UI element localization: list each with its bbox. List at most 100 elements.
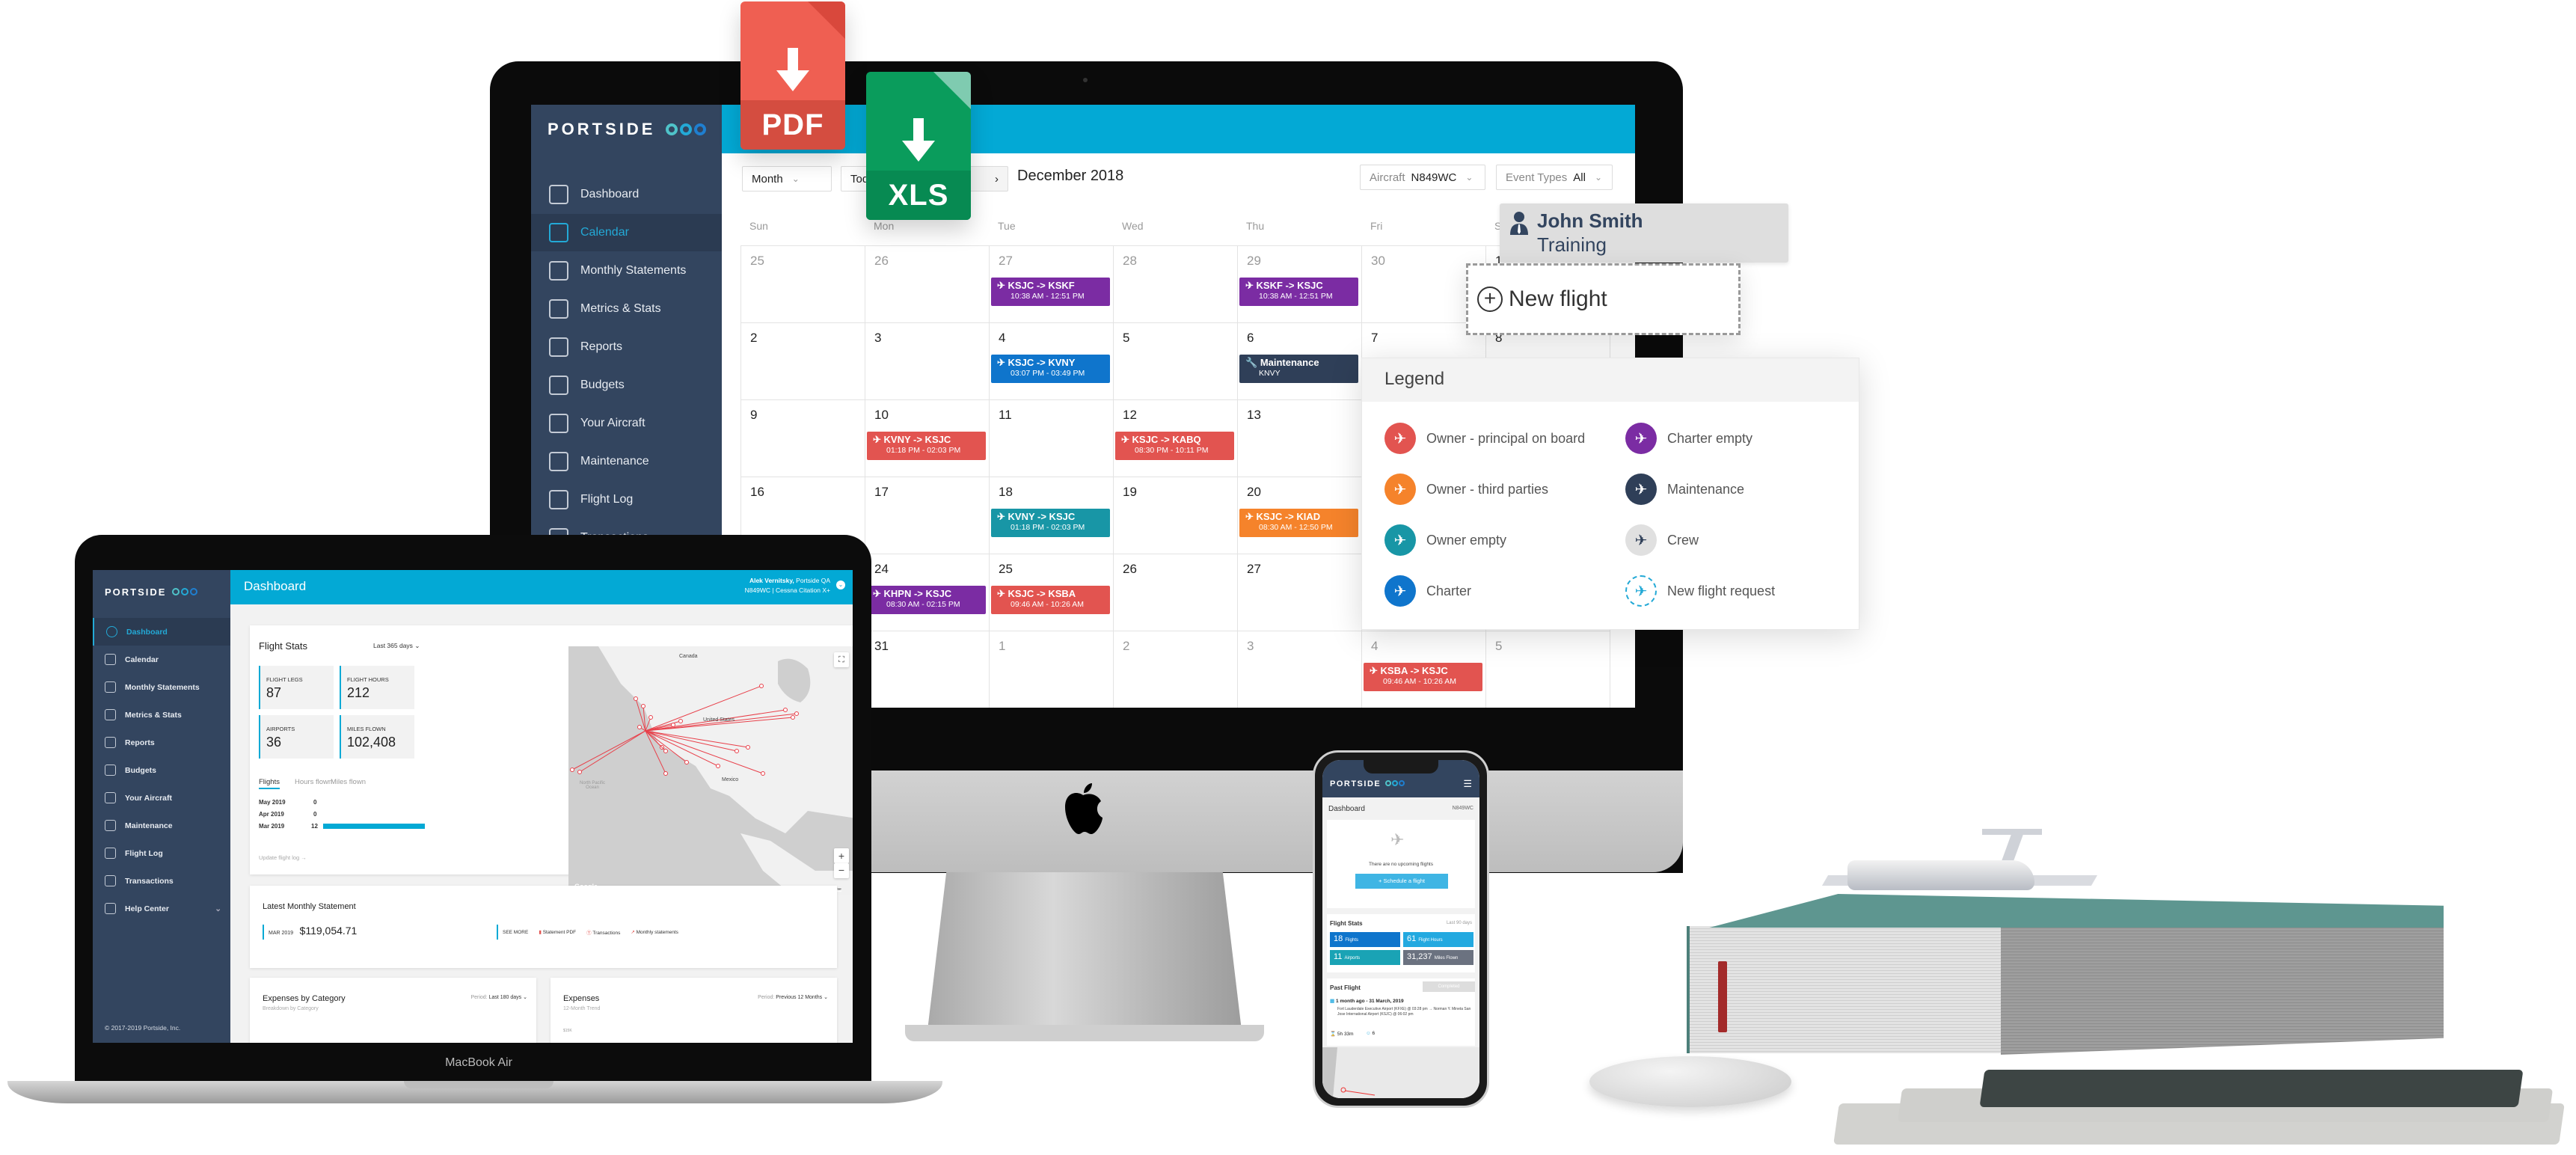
calendar-event[interactable]: ✈ KVNY -> KSJC 01:18 PM - 02:03 PM <box>991 509 1110 537</box>
airport-pin[interactable] <box>634 696 638 701</box>
zoom-in-button[interactable]: + <box>834 848 849 863</box>
calendar-day-cell[interactable]: 12 ✈ KSJC -> KABQ 08:30 PM - 10:11 PM <box>1114 400 1238 477</box>
event-types-select[interactable]: Event Types All ⌄ <box>1496 165 1613 190</box>
period-select[interactable]: Period: Last 180 days ⌄ <box>470 994 527 1000</box>
pdf-download-button[interactable]: PDF <box>740 1 845 150</box>
flight-routes-map[interactable]: Canada United States Mexico North Pacifi… <box>568 646 853 895</box>
airport-pin[interactable] <box>577 770 582 774</box>
calendar-day-cell[interactable]: 29 ✈ KSKF -> KSJC 10:38 AM - 12:51 PM <box>1238 246 1362 323</box>
calendar-day-cell[interactable]: 26 <box>865 246 990 323</box>
calendar-day-cell[interactable]: 10 ✈ KVNY -> KSJC 01:18 PM - 02:03 PM <box>865 400 990 477</box>
calendar-day-cell[interactable]: 31 <box>865 631 990 708</box>
sidebar-item-transactions[interactable]: Transactions <box>93 867 230 895</box>
airport-pin[interactable] <box>678 719 683 723</box>
portside-logo[interactable]: PORTSIDE <box>1330 779 1405 788</box>
sidebar-item-your-aircraft[interactable]: Your Aircraft <box>531 405 722 442</box>
update-flight-log-link[interactable]: Update flight log → <box>259 854 307 861</box>
calendar-day-cell[interactable]: 19 <box>1114 477 1238 554</box>
sidebar-item-flight-log[interactable]: Flight Log <box>93 839 230 867</box>
airport-pin[interactable] <box>648 715 653 720</box>
calendar-day-cell[interactable]: 4 ✈ KSJC -> KVNY 03:07 PM - 03:49 PM <box>990 323 1114 400</box>
calendar-day-cell[interactable]: 20 ✈ KSJC -> KIAD 08:30 AM - 12:50 PM <box>1238 477 1362 554</box>
calendar-day-cell[interactable]: 9 <box>741 400 865 477</box>
zoom-out-button[interactable]: − <box>834 863 849 878</box>
calendar-day-cell[interactable]: 3 <box>865 323 990 400</box>
calendar-event[interactable]: 🔧 Maintenance KNVY <box>1239 355 1358 383</box>
calendar-day-cell[interactable]: 18 ✈ KVNY -> KSJC 01:18 PM - 02:03 PM <box>990 477 1114 554</box>
airport-pin[interactable] <box>663 771 668 776</box>
sidebar-item-dashboard[interactable]: Dashboard <box>93 618 230 646</box>
new-flight-button[interactable]: + New flight <box>1466 263 1741 335</box>
calendar-day-cell[interactable]: 11 <box>990 400 1114 477</box>
aircraft-select[interactable]: Aircraft N849WC ⌄ <box>1360 165 1485 190</box>
calendar-day-cell[interactable]: 25 ✈ KSJC -> KSBA 09:46 AM - 10:26 AM <box>990 554 1114 631</box>
airport-pin[interactable] <box>791 715 795 720</box>
calendar-day-cell[interactable]: 6 🔧 Maintenance KNVY <box>1238 323 1362 400</box>
flight-stats-period-select[interactable]: Last 365 days ⌄ <box>373 642 420 650</box>
calendar-event[interactable]: ✈ KVNY -> KSJC 01:18 PM - 02:03 PM <box>867 432 986 460</box>
airport-pin[interactable] <box>637 725 642 729</box>
calendar-day-cell[interactable]: 13 <box>1238 400 1362 477</box>
fullscreen-button[interactable]: ⛶ <box>834 652 849 667</box>
user-info[interactable]: Alek Vernitsky, Portside QA N849WC | Ces… <box>745 576 830 595</box>
user-menu-chevron-icon[interactable]: ⌄ <box>836 580 845 589</box>
calendar-event[interactable]: ✈ KSJC -> KIAD 08:30 AM - 12:50 PM <box>1239 509 1358 537</box>
calendar-day-cell[interactable]: 17 <box>865 477 990 554</box>
sidebar-item-flight-log[interactable]: Flight Log <box>531 481 722 518</box>
crew-event-card[interactable]: John Smith Training <box>1500 203 1788 263</box>
calendar-day-cell[interactable]: 4 ✈ KSBA -> KSJC 09:46 AM - 10:26 AM <box>1362 631 1486 708</box>
tab-miles-flown[interactable]: Miles flown <box>331 778 366 786</box>
calendar-event[interactable]: ✈ KSKF -> KSJC 10:38 AM - 12:51 PM <box>1239 278 1358 306</box>
calendar-day-cell[interactable]: 1 <box>990 631 1114 708</box>
calendar-day-cell[interactable]: 26 <box>1114 554 1238 631</box>
calendar-day-cell[interactable]: 5 <box>1114 323 1238 400</box>
calendar-day-cell[interactable]: 2 <box>741 323 865 400</box>
portside-logo[interactable]: PORTSIDE <box>548 120 706 139</box>
airport-pin[interactable] <box>746 745 750 750</box>
tab-flights[interactable]: Flights <box>259 778 280 789</box>
monthly-statements-link[interactable]: ↗ Monthly statements <box>631 929 678 935</box>
airport-pin[interactable] <box>684 760 689 765</box>
sidebar-item-metrics-stats[interactable]: Metrics & Stats <box>93 701 230 729</box>
hamburger-menu-icon[interactable]: ☰ <box>1463 778 1472 790</box>
calendar-day-cell[interactable]: 27 <box>1238 554 1362 631</box>
sidebar-item-budgets[interactable]: Budgets <box>93 756 230 784</box>
airport-pin[interactable] <box>735 749 739 753</box>
airport-pin[interactable] <box>783 708 788 712</box>
period-select[interactable]: Period: Previous 12 Months ⌄ <box>758 994 828 1000</box>
phone-map[interactable] <box>1322 1047 1479 1098</box>
sidebar-item-monthly-statements[interactable]: Monthly Statements <box>93 673 230 701</box>
sidebar-item-reports[interactable]: Reports <box>531 328 722 366</box>
calendar-event[interactable]: ✈ KSJC -> KABQ 08:30 PM - 10:11 PM <box>1115 432 1234 460</box>
airport-pin[interactable] <box>641 704 645 708</box>
calendar-event[interactable]: ✈ KHPN -> KSJC 08:30 AM - 02:15 PM <box>867 586 986 614</box>
calendar-day-cell[interactable]: 27 ✈ KSJC -> KSKF 10:38 AM - 12:51 PM <box>990 246 1114 323</box>
airport-pin[interactable] <box>759 684 764 688</box>
calendar-event[interactable]: ✈ KSJC -> KVNY 03:07 PM - 03:49 PM <box>991 355 1110 383</box>
sidebar-item-maintenance[interactable]: Maintenance <box>93 812 230 839</box>
calendar-day-cell[interactable]: 25 <box>741 246 865 323</box>
airport-pin[interactable] <box>761 771 765 776</box>
sidebar-item-maintenance[interactable]: Maintenance <box>531 443 722 480</box>
calendar-day-cell[interactable]: 28 <box>1114 246 1238 323</box>
sidebar-item-dashboard[interactable]: Dashboard <box>531 176 722 213</box>
airport-pin[interactable] <box>663 749 668 753</box>
airport-pin[interactable] <box>716 764 720 768</box>
airport-pin[interactable] <box>671 723 675 727</box>
calendar-day-cell[interactable]: 3 <box>1238 631 1362 708</box>
transactions-link[interactable]: Ⓣ Transactions <box>586 928 620 936</box>
calendar-day-cell[interactable]: 24 ✈ KHPN -> KSJC 08:30 AM - 02:15 PM <box>865 554 990 631</box>
schedule-flight-button[interactable]: + Schedule a flight <box>1355 874 1448 889</box>
sidebar-item-monthly-statements[interactable]: Monthly Statements <box>531 252 722 289</box>
sidebar-item-calendar[interactable]: Calendar <box>93 646 230 673</box>
portside-logo[interactable]: PORTSIDE <box>105 586 198 598</box>
sidebar-item-reports[interactable]: Reports <box>93 729 230 756</box>
airport-pin[interactable] <box>794 711 799 716</box>
sidebar-item-calendar[interactable]: Calendar <box>531 214 722 251</box>
sidebar-item-budgets[interactable]: Budgets <box>531 367 722 404</box>
sidebar-item-metrics-stats[interactable]: Metrics & Stats <box>531 290 722 328</box>
xls-download-button[interactable]: XLS <box>866 72 971 220</box>
calendar-day-cell[interactable]: 5 <box>1486 631 1610 708</box>
calendar-event[interactable]: ✈ KSJC -> KSKF 10:38 AM - 12:51 PM <box>991 278 1110 306</box>
sidebar-item-help-center[interactable]: Help Center ⌄ <box>93 895 230 922</box>
